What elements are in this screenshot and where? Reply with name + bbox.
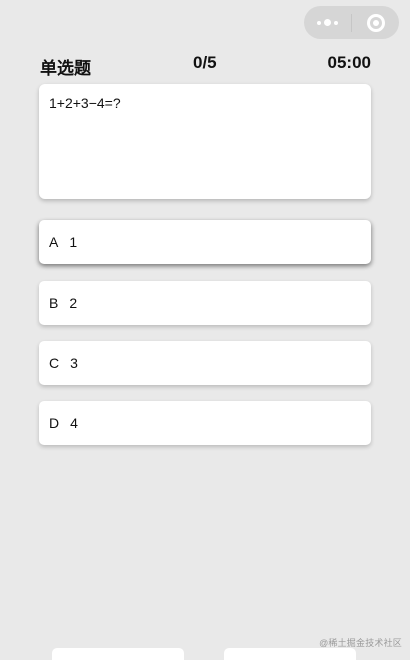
ring-dot — [372, 19, 379, 26]
option-a[interactable]: A 1 — [39, 220, 371, 264]
more-dots-icon[interactable] — [304, 6, 351, 39]
option-letter: D — [49, 415, 60, 431]
dot — [334, 20, 338, 25]
ring — [366, 13, 385, 32]
dot — [324, 19, 331, 26]
bottom-button-left[interactable] — [52, 648, 184, 660]
target-close-icon[interactable] — [352, 6, 399, 39]
option-letter: B — [49, 295, 59, 311]
question-type-label: 单选题 — [40, 59, 91, 78]
option-letter: C — [49, 355, 60, 371]
option-value: 2 — [69, 295, 78, 311]
question-text: 1+2+3−4=? — [49, 95, 121, 111]
option-d[interactable]: D 4 — [39, 401, 371, 445]
bottom-button-right[interactable] — [224, 648, 356, 660]
option-b[interactable]: B 2 — [39, 281, 371, 325]
progress-counter: 0/5 — [193, 53, 217, 72]
option-value: 1 — [69, 234, 78, 250]
countdown-timer: 05:00 — [327, 53, 371, 72]
quiz-screen: 单选题 0/5 05:00 1+2+3−4=? A 1 B 2 C 3 D 4 … — [0, 0, 410, 660]
option-value: 4 — [70, 415, 78, 431]
option-letter: A — [49, 234, 59, 250]
dot — [317, 20, 321, 25]
mini-program-capsule — [304, 6, 399, 39]
option-value: 3 — [70, 355, 78, 371]
quiz-header: 单选题 0/5 05:00 — [40, 52, 371, 78]
option-c[interactable]: C 3 — [39, 341, 371, 385]
question-card: 1+2+3−4=? — [39, 84, 371, 199]
